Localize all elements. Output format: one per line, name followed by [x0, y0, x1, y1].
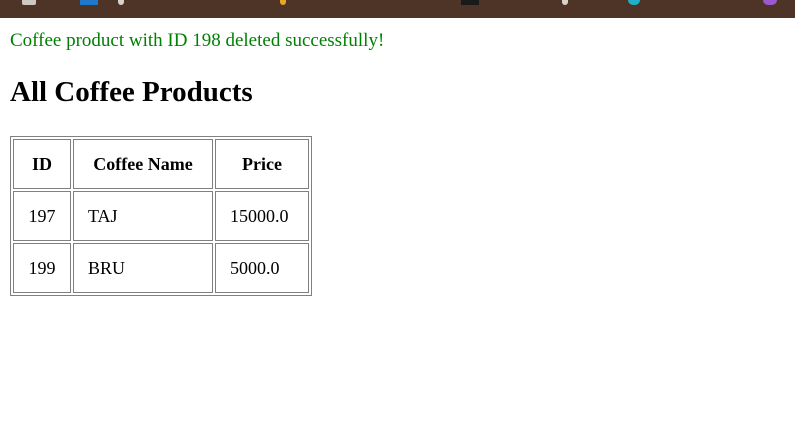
table-header-row: ID Coffee Name Price	[13, 139, 309, 189]
table-row: 199 BRU 5000.0	[13, 243, 309, 293]
cell-price: 15000.0	[215, 191, 309, 241]
products-table: ID Coffee Name Price 197 TAJ 15000.0 199…	[10, 136, 312, 296]
column-header-price: Price	[215, 139, 309, 189]
column-header-coffee-name: Coffee Name	[73, 139, 213, 189]
page-title: All Coffee Products	[10, 76, 253, 108]
taskbar-purple-app-icon[interactable]	[763, 0, 777, 5]
taskbar-dark-app-icon[interactable]	[461, 0, 479, 5]
taskbar-blue-app-icon[interactable]	[80, 0, 98, 5]
cell-id: 199	[13, 243, 71, 293]
taskbar	[0, 0, 795, 18]
cell-id: 197	[13, 191, 71, 241]
taskbar-app-icon[interactable]	[22, 0, 36, 5]
taskbar-app-icon[interactable]	[118, 0, 124, 5]
taskbar-app-icon[interactable]	[562, 0, 568, 5]
cell-coffee-name: BRU	[73, 243, 213, 293]
taskbar-yellow-app-icon[interactable]	[280, 0, 286, 5]
taskbar-teal-app-icon[interactable]	[628, 0, 640, 5]
success-message: Coffee product with ID 198 deleted succe…	[10, 30, 385, 51]
cell-price: 5000.0	[215, 243, 309, 293]
cell-coffee-name: TAJ	[73, 191, 213, 241]
column-header-id: ID	[13, 139, 71, 189]
table-row: 197 TAJ 15000.0	[13, 191, 309, 241]
